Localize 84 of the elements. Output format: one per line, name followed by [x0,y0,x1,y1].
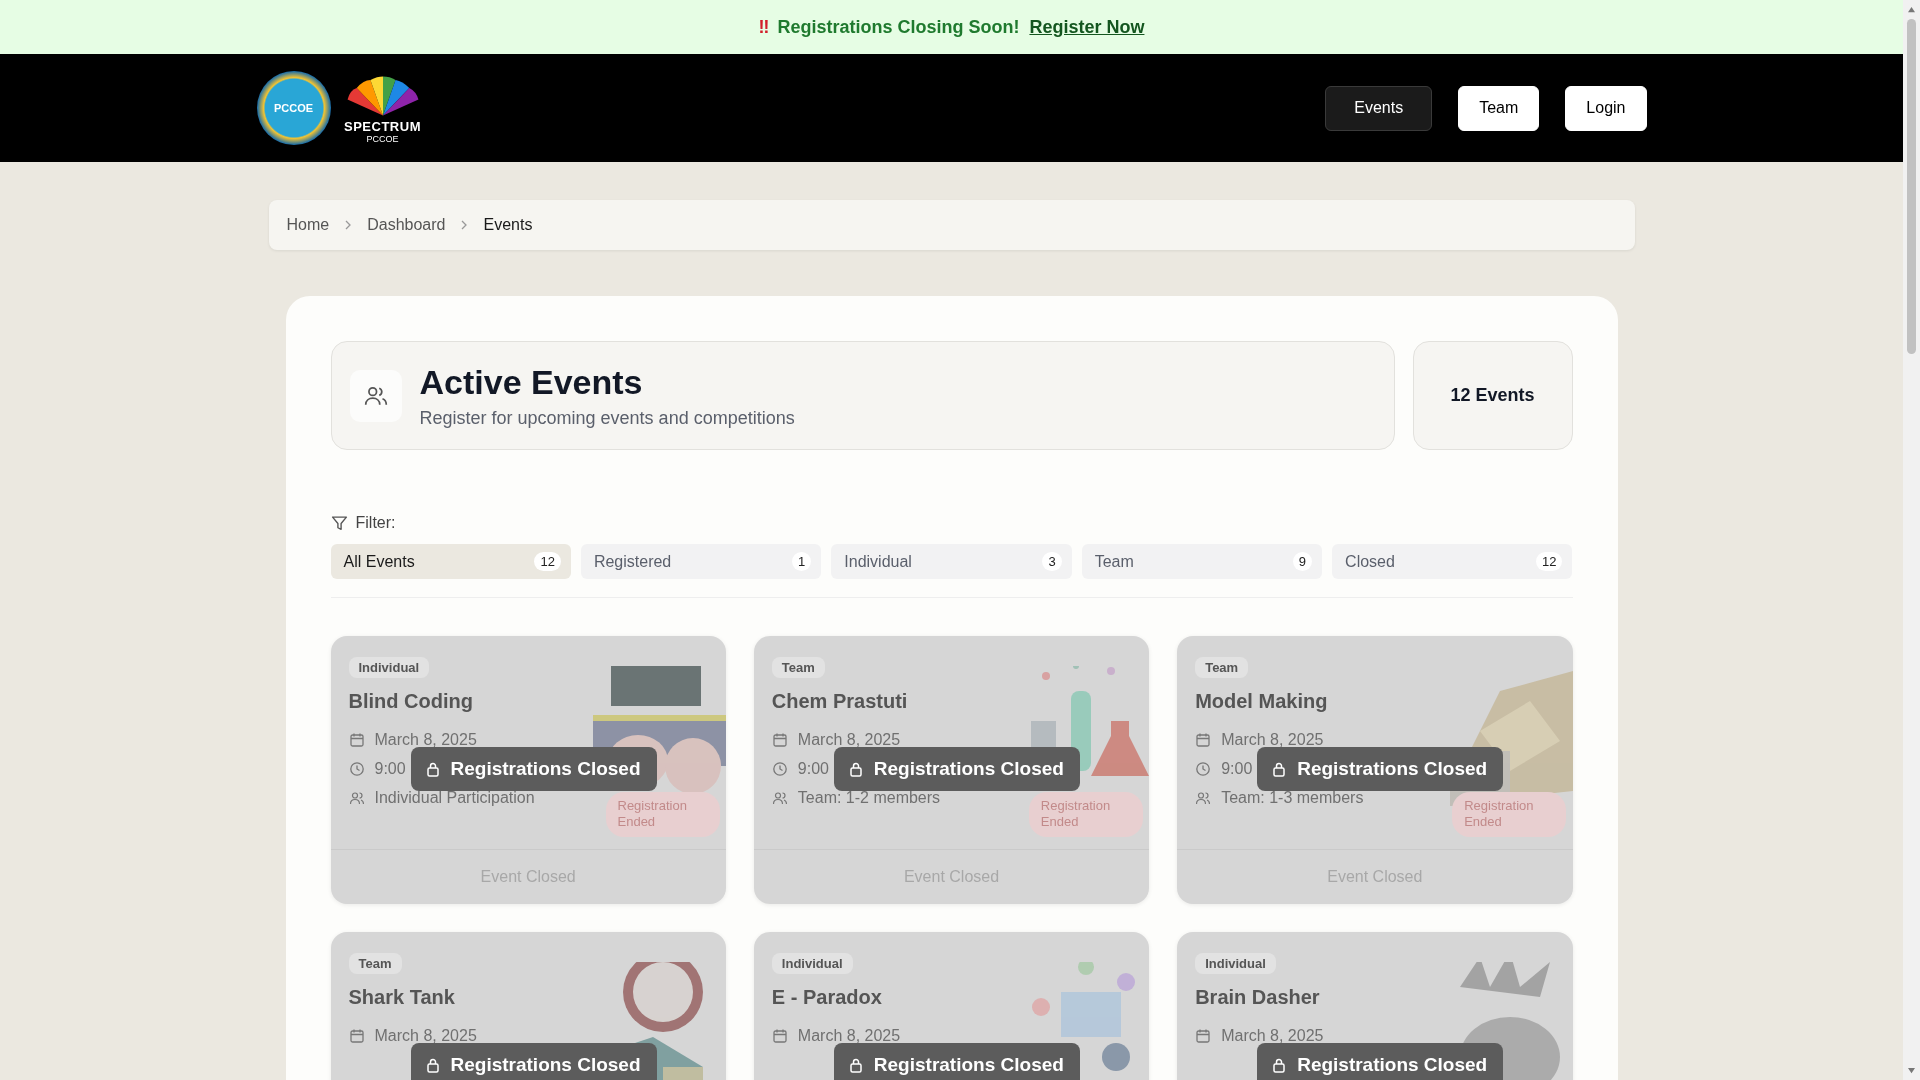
breadcrumb-link[interactable]: Home [286,216,330,234]
participation-text: Team: 1-2 members [797,788,941,807]
users-icon [348,789,365,806]
event-type-tag: Team [771,657,825,678]
page-subtitle: Register for upcoming events and competitions [419,407,795,429]
users-icon [1195,789,1212,806]
overlay-text: Registrations Closed [450,758,641,780]
scroll-up-icon[interactable] [1907,6,1916,13]
status-badge: Registration Ended [1452,792,1567,837]
event-count: 12 Events [1450,385,1535,406]
users-icon [349,369,402,422]
users-icon [771,789,788,806]
event-time: 9:00 [797,759,829,778]
scrollbar[interactable] [1903,0,1920,1080]
participation-text: Team: 1-3 members [1221,788,1364,807]
filter-tab[interactable]: All Events 12 [330,544,571,579]
filter-icon [330,514,348,532]
status-badge: Registration Ended [1028,792,1143,837]
event-title: Brain Dasher [1195,986,1321,1009]
nav-button[interactable]: Events [1325,85,1433,131]
overlay-text: Registrations Closed [1297,758,1488,780]
event-date: March 8, 2025 [374,730,477,749]
lock-icon [424,761,441,777]
count-badge: 9 [1292,552,1313,571]
nav-button[interactable]: Team [1458,85,1540,131]
lock-icon [424,1057,441,1073]
lock-icon [847,1057,864,1073]
count-badge: 1 [792,552,812,571]
event-date: March 8, 2025 [1221,730,1324,749]
clock-icon [771,760,788,777]
event-type-tag: Individual [771,953,853,974]
event-date: March 8, 2025 [797,1026,901,1045]
page-title: Active Events [419,362,644,402]
participation-text: Individual Participation [374,788,535,807]
register-link[interactable]: Register Now [1029,16,1145,38]
overlay-text: Registrations Closed [450,1054,641,1076]
event-type-tag: Individual [348,657,430,678]
breadcrumb-link[interactable]: Dashboard [367,216,446,234]
event-title: E - Paradox [771,986,883,1009]
event-time: 9:00 [1221,759,1253,778]
calendar-icon [348,731,365,748]
alert-icon: ‼ [758,16,770,38]
filter-tab[interactable]: Registered 1 [580,544,822,579]
event-type-tag: Individual [1195,953,1276,974]
overlay-text: Registrations Closed [873,1054,1064,1076]
clock-icon [1195,760,1212,777]
logo-text: PCCOE [273,102,314,114]
lock-icon [1271,1057,1288,1073]
overlay-text: Registrations Closed [1297,1054,1488,1076]
event-date: March 8, 2025 [797,730,901,749]
event-date: March 8, 2025 [374,1026,477,1045]
event-time: 9:00 [374,759,406,778]
breadcrumb-link[interactable]: Events [483,216,533,234]
event-title: Model Making [1195,690,1329,713]
event-type-tag: Team [1195,657,1249,678]
filter-label: Filter: [355,514,396,532]
count-badge: 12 [534,552,561,571]
calendar-icon [1195,731,1212,748]
filter-tab[interactable]: Individual 3 [831,544,1072,579]
event-title: Blind Coding [348,690,474,713]
scrollbar-thumb[interactable] [1907,19,1916,354]
scroll-down-icon[interactable] [1907,1067,1916,1074]
event-date: March 8, 2025 [1221,1026,1324,1045]
spectrum-logo[interactable]: SPECTRUM PCCOE [342,72,423,144]
logo-text: SPECTRUM [344,118,421,134]
count-badge: 3 [1042,552,1062,571]
lock-icon [1271,761,1288,777]
event-type-tag: Team [348,953,402,974]
overlay-text: Registrations Closed [873,758,1064,780]
calendar-icon [771,731,788,748]
event-title: Shark Tank [348,986,456,1009]
filter-tab[interactable]: Closed 12 [1332,544,1573,579]
nav-button[interactable]: Login [1565,85,1647,131]
lock-icon [847,761,864,777]
status-badge: Registration Ended [605,792,720,837]
calendar-icon [1195,1027,1212,1044]
filter-tab[interactable]: Team 9 [1081,544,1323,579]
calendar-icon [771,1027,788,1044]
calendar-icon [348,1027,365,1044]
logo-subtext: PCCOE [366,133,399,144]
event-title: Chem Prastuti [771,690,909,713]
banner-text: Registrations Closing Soon! [777,16,1020,38]
clock-icon [348,760,365,777]
count-badge: 12 [1536,552,1563,571]
